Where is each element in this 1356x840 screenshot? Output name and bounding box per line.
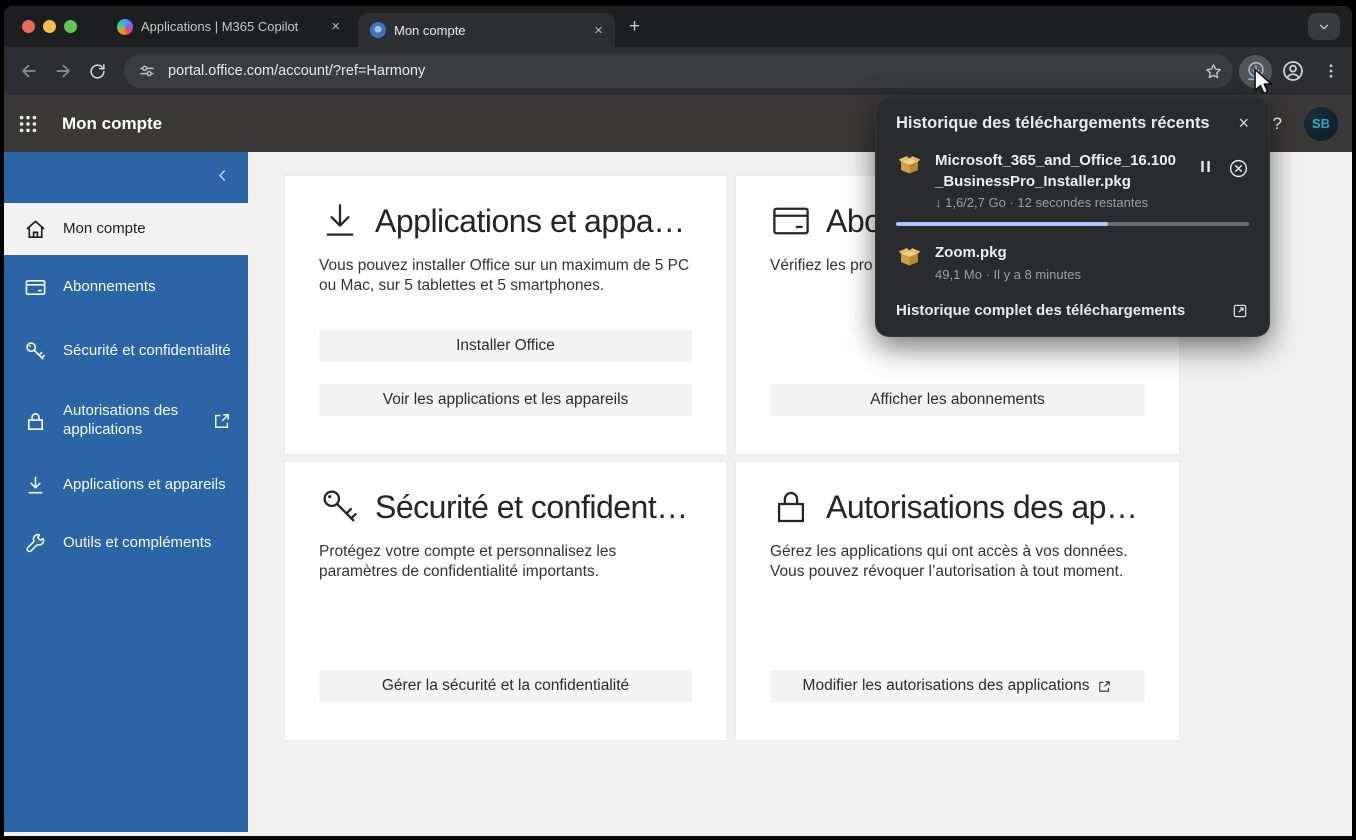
key-icon — [319, 486, 361, 528]
mouse-cursor — [1252, 68, 1276, 96]
card-description: Protégez votre compte et personnalisez l… — [319, 542, 692, 582]
download-status: ↓ 1,6/2,7 Go · 12 secondes restantes — [935, 195, 1187, 210]
close-icon[interactable]: × — [1238, 114, 1249, 132]
avatar[interactable]: SB — [1304, 107, 1338, 141]
gerer-securite-button[interactable]: Gérer la sécurité et la confidentialité — [319, 670, 692, 702]
account-favicon-icon — [370, 22, 386, 38]
help-button[interactable]: ? — [1273, 114, 1282, 134]
sidebar-item-label: Applications et appareils — [63, 476, 232, 495]
bookmark-star-icon[interactable] — [1204, 62, 1223, 81]
download-icon — [319, 200, 361, 242]
download-item-office-installer[interactable]: Microsoft_365_and_Office_16.100 _Busines… — [896, 150, 1249, 211]
sidebar-item-label: Outils et compléments — [63, 534, 232, 553]
card-autorisations-applications: Autorisations des applications Gérez les… — [735, 461, 1180, 741]
package-icon — [896, 151, 923, 178]
lock-icon — [770, 486, 812, 528]
chevron-left-icon — [215, 168, 230, 183]
sidebar-item-label: Sécurité et confidentialité — [63, 342, 232, 361]
wrench-icon — [24, 532, 47, 555]
modifier-autorisations-button[interactable]: Modifier les autorisations des applicati… — [770, 670, 1145, 702]
installer-office-button[interactable]: Installer Office — [319, 330, 692, 362]
lock-icon — [24, 410, 47, 433]
minimize-window-button[interactable] — [43, 20, 56, 33]
back-arrow-icon — [19, 61, 39, 81]
sidebar-item-autorisations[interactable]: Autorisations des applications — [4, 389, 248, 453]
reload-icon — [88, 62, 107, 81]
download-filename: Microsoft_365_and_Office_16.100 _Busines… — [935, 150, 1187, 193]
button-label: Modifier les autorisations des applicati… — [803, 677, 1090, 695]
chevron-down-icon — [1317, 20, 1331, 34]
browser-menu-button[interactable] — [1314, 54, 1348, 88]
browser-toolbar: portal.office.com/account/?ref=Harmony — [4, 47, 1352, 95]
cancel-download-button[interactable] — [1228, 158, 1249, 179]
macos-traffic-lights — [22, 20, 77, 33]
download-item-zoom[interactable]: Zoom.pkg 49,1 Mo · Il y a 8 minutes — [896, 242, 1249, 281]
external-link-icon — [1097, 679, 1112, 694]
url-text[interactable]: portal.office.com/account/?ref=Harmony — [168, 63, 1204, 79]
sidebar-item-securite[interactable]: Sécurité et confidentialité — [4, 319, 248, 383]
close-window-button[interactable] — [22, 20, 35, 33]
download-icon — [24, 474, 47, 497]
voir-applications-button[interactable]: Voir les applications et les appareils — [319, 384, 692, 416]
downloads-full-history-link[interactable]: Historique complet des téléchargements — [896, 302, 1249, 324]
card-securite-confidentialite: Sécurité et confidentialité Protégez vot… — [284, 461, 727, 741]
avatar-initials: SB — [1312, 116, 1330, 131]
card-title: Autorisations des applications — [826, 489, 1145, 526]
zoom-window-button[interactable] — [64, 20, 77, 33]
pause-download-button[interactable] — [1197, 158, 1214, 175]
sidebar-item-applications[interactable]: Applications et appareils — [4, 459, 248, 511]
tab-close-icon[interactable]: × — [329, 18, 342, 35]
reload-button[interactable] — [80, 54, 114, 88]
site-settings-tune-icon — [138, 62, 156, 80]
downloads-popup: Historique des téléchargements récents ×… — [875, 97, 1270, 337]
sidebar-collapse-button[interactable] — [4, 152, 248, 198]
forward-button[interactable] — [46, 54, 80, 88]
key-icon — [24, 340, 47, 363]
app-launcher-button[interactable] — [4, 95, 52, 152]
sidebar-item-label: Mon compte — [63, 220, 232, 239]
card-description: Vous pouvez installer Office sur un maxi… — [319, 256, 692, 296]
tab-label: Applications | M365 Copilot — [141, 19, 321, 34]
sidebar-item-outils[interactable]: Outils et compléments — [4, 517, 248, 569]
forward-arrow-icon — [53, 61, 73, 81]
address-bar[interactable]: portal.office.com/account/?ref=Harmony — [124, 54, 1233, 88]
download-filename: Zoom.pkg — [935, 242, 1249, 263]
credit-card-icon — [770, 200, 812, 242]
profile-icon — [1281, 59, 1305, 83]
copilot-favicon-icon — [117, 19, 133, 35]
download-status: 49,1 Mo · Il y a 8 minutes — [935, 267, 1249, 282]
card-applications-appareils: Applications et appareils Vous pouvez in… — [284, 175, 727, 455]
new-tab-button[interactable]: + — [629, 16, 640, 38]
waffle-grid-icon — [17, 113, 39, 135]
external-link-icon — [212, 411, 232, 431]
credit-card-icon — [24, 276, 47, 299]
card-description: Gérez les applications qui ont accès à v… — [770, 542, 1145, 582]
download-progress-bar — [896, 222, 1249, 226]
tab-m365-copilot[interactable]: Applications | M365 Copilot × — [105, 10, 352, 44]
sidebar-item-label: Autorisations des applications — [63, 402, 196, 440]
package-icon — [896, 243, 923, 270]
home-icon — [24, 218, 47, 241]
downloads-popup-title: Historique des téléchargements récents — [896, 114, 1230, 134]
three-dot-menu-icon — [1322, 62, 1340, 80]
sidebar-item-abonnements[interactable]: Abonnements — [4, 261, 248, 313]
sidebar-item-label: Abonnements — [63, 278, 232, 297]
browser-window: Applications | M365 Copilot × Mon compte… — [4, 6, 1352, 836]
sidebar-item-mon-compte[interactable]: Mon compte — [4, 203, 248, 255]
tab-search-chevron-button[interactable] — [1308, 13, 1340, 40]
open-in-new-icon — [1231, 302, 1249, 320]
tab-mon-compte[interactable]: Mon compte × — [358, 13, 615, 47]
card-title: Sécurité et confidentialité — [375, 489, 692, 526]
download-progress-fill — [896, 222, 1108, 226]
tab-close-icon[interactable]: × — [592, 22, 605, 39]
card-title: Applications et appareils — [375, 203, 692, 240]
back-button[interactable] — [12, 54, 46, 88]
sidebar: Mon compte Abonnements Sécurité et confi… — [4, 152, 248, 832]
profile-button[interactable] — [1276, 54, 1310, 88]
tab-strip: Applications | M365 Copilot × Mon compte… — [4, 6, 1352, 47]
link-label: Historique complet des téléchargements — [896, 302, 1231, 319]
tab-label: Mon compte — [394, 23, 584, 38]
afficher-abonnements-button[interactable]: Afficher les abonnements — [770, 384, 1145, 416]
